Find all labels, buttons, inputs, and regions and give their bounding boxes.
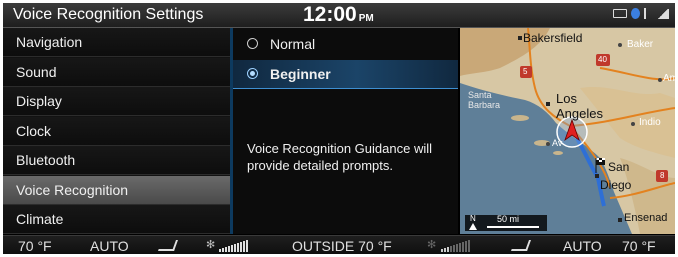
map-label-bakersfield: Bakersfield xyxy=(523,31,583,45)
driver-auto-mode[interactable]: AUTO xyxy=(90,237,129,254)
fan-icon: ✻ xyxy=(427,239,437,251)
driver-temperature[interactable]: 70 °F xyxy=(18,237,52,254)
scale-bar xyxy=(487,226,539,228)
signal-strength-icon xyxy=(657,8,669,19)
menu-item-sound[interactable]: Sound xyxy=(3,58,230,87)
status-bar: Voice Recognition Settings 12:00 PM xyxy=(3,3,675,28)
settings-menu: Navigation Sound Display Clock Bluetooth… xyxy=(3,28,230,234)
passenger-fan-speed-level[interactable] xyxy=(441,240,470,252)
option-label: Beginner xyxy=(270,66,331,82)
navigation-map[interactable]: Bakersfield Baker Amb Santa Barbara Los … xyxy=(460,28,675,234)
fan-icon: ✻ xyxy=(206,239,216,251)
system-icons xyxy=(613,8,669,19)
menu-item-navigation[interactable]: Navigation xyxy=(3,28,230,57)
north-arrow-icon xyxy=(469,223,477,230)
radio-unselected-icon[interactable] xyxy=(247,38,258,49)
option-beginner[interactable]: Beginner xyxy=(233,60,458,89)
menu-item-display[interactable]: Display xyxy=(3,87,230,116)
map-label-santa: Santa xyxy=(468,90,492,100)
scale-distance: 50 mi xyxy=(497,214,520,224)
radio-selected-icon[interactable] xyxy=(247,68,258,79)
clock-ampm: PM xyxy=(358,13,374,24)
option-label: Normal xyxy=(270,36,316,52)
map-label-ensenada: Ensenad xyxy=(624,212,668,224)
highway-shield-8: 8 xyxy=(660,171,665,180)
page-title: Voice Recognition Settings xyxy=(13,6,204,23)
map-label-amb: Amb xyxy=(663,73,675,84)
airflow-mode-icon[interactable] xyxy=(510,240,532,251)
map-label-los: Los xyxy=(556,91,577,106)
map-scale: N 50 mi xyxy=(465,215,547,231)
highway-shield-40: 40 xyxy=(598,55,607,64)
highway-shield-5: 5 xyxy=(523,67,528,76)
bluetooth-icon xyxy=(631,8,640,19)
passenger-auto-mode[interactable]: AUTO xyxy=(563,237,602,254)
clock[interactable]: 12:00 PM xyxy=(303,3,374,27)
map-label-angeles: Angeles xyxy=(556,106,603,121)
option-normal[interactable]: Normal xyxy=(233,30,458,58)
map-label-avalon: Av xyxy=(552,138,563,148)
menu-item-clock[interactable]: Clock xyxy=(3,117,230,146)
menu-item-bluetooth[interactable]: Bluetooth xyxy=(3,146,230,175)
airflow-mode-icon[interactable] xyxy=(157,240,179,251)
clock-time: 12:00 xyxy=(303,3,357,26)
map-label-diego: Diego xyxy=(600,178,632,192)
map-label-barbara: Barbara xyxy=(468,100,501,110)
map-graphic xyxy=(460,28,675,234)
map-label-indio: Indio xyxy=(639,117,661,128)
map-label-san: San xyxy=(608,160,630,174)
menu-item-climate[interactable]: Climate xyxy=(3,205,230,234)
option-description: Voice Recognition Guidance will provide … xyxy=(247,141,432,173)
fan-speed-level[interactable] xyxy=(219,240,248,252)
north-indicator: N xyxy=(470,214,476,223)
outside-temperature: OUTSIDE 70 °F xyxy=(292,238,392,254)
climate-bar: 70 °F AUTO ✻ OUTSIDE 70 °F ✻ AUTO 70 °F xyxy=(3,235,675,254)
passenger-temperature[interactable]: 70 °F xyxy=(622,237,656,254)
map-label-baker: Baker xyxy=(627,39,654,50)
bluetooth-device-icon xyxy=(644,8,653,19)
menu-item-voice-recognition[interactable]: Voice Recognition xyxy=(3,176,230,205)
battery-icon xyxy=(613,9,627,18)
head-unit-screen: Voice Recognition Settings 12:00 PM Navig… xyxy=(3,3,675,254)
voice-guidance-options: Normal Beginner Voice Recognition Guidan… xyxy=(233,28,458,234)
